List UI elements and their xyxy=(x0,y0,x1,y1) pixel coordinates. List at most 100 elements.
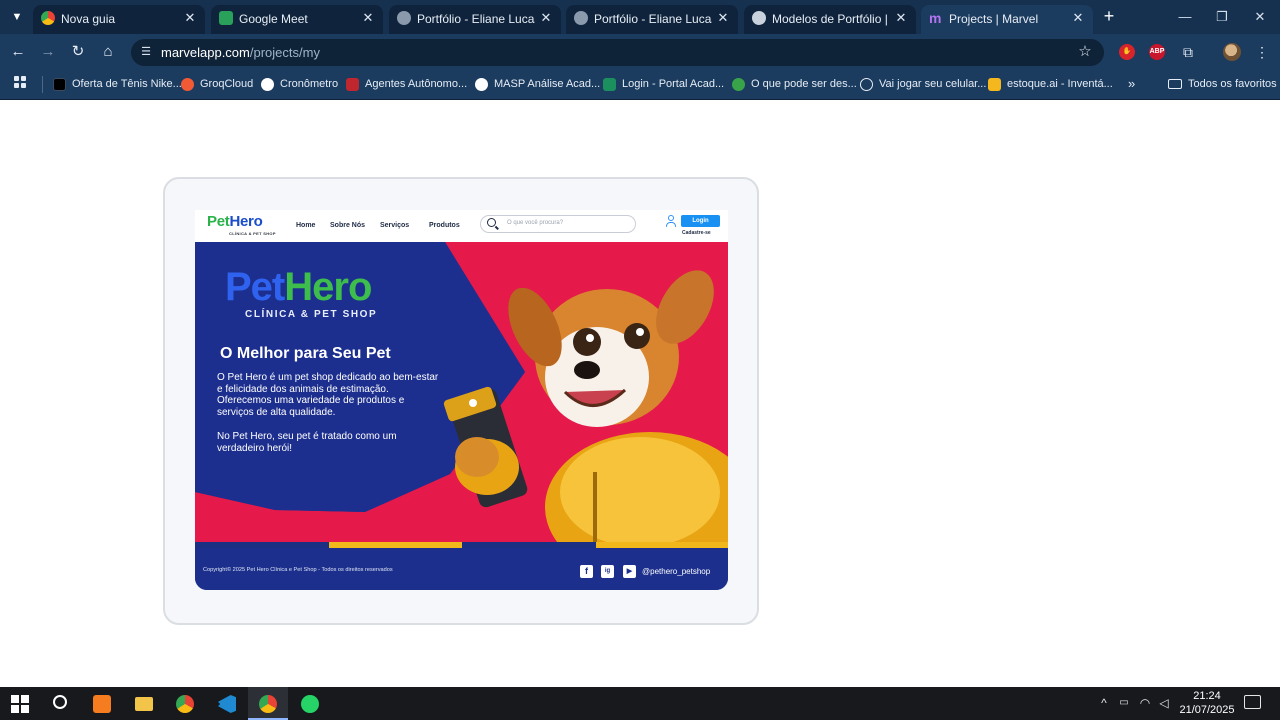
mockup-signup-link: Cadastre-se xyxy=(682,230,711,236)
stopwatch-icon xyxy=(261,78,274,91)
site-info-icon[interactable]: ☰ xyxy=(138,44,154,60)
close-tab-icon[interactable]: ✕ xyxy=(539,10,553,26)
tab-title: Nova guia xyxy=(61,12,116,26)
tab[interactable]: Portfólio - Eliane Lucas ✕ xyxy=(389,5,561,34)
instagram-icon: ig xyxy=(601,565,614,578)
mockup-footer: Copyright© 2025 Pet Hero Clínica e Pet S… xyxy=(195,548,728,590)
url-text[interactable]: marvelapp.com/projects/my xyxy=(161,45,320,60)
bookmarks-folder-label: Todos os favoritos xyxy=(1188,78,1277,90)
close-tab-icon[interactable]: ✕ xyxy=(361,10,375,26)
hero-headline: O Melhor para Seu Pet xyxy=(220,345,391,362)
mockup-search-placeholder: O que você procura? xyxy=(507,220,564,226)
bookmark-label: Cronômetro xyxy=(280,78,339,90)
taskbar-app-file-explorer[interactable] xyxy=(124,687,164,720)
back-arrow-icon[interactable]: ← xyxy=(7,41,29,63)
pet-hero-mockup: PetHero CLÍNICA & PET SHOP Home Sobre Nó… xyxy=(195,210,728,590)
notifications-icon[interactable] xyxy=(1244,695,1261,709)
mockup-logo: PetHero xyxy=(207,213,263,230)
tab-title: Google Meet xyxy=(239,12,308,26)
close-tab-icon[interactable]: ✕ xyxy=(716,10,730,26)
minimize-window-icon[interactable]: — xyxy=(1174,6,1196,28)
visme-icon xyxy=(752,11,766,25)
groq-icon xyxy=(181,78,194,91)
tab[interactable]: Modelos de Portfólio | Visme ✕ xyxy=(744,5,916,34)
bookmark-label: estoque.ai - Inventá... xyxy=(1007,78,1113,90)
windows-taskbar: ^ ▭ ◠ ◁ 21:24 21/07/2025 xyxy=(0,687,1280,720)
show-hidden-icons-chevron-icon[interactable]: ^ xyxy=(1097,695,1111,711)
windows-start-icon xyxy=(11,695,29,713)
url-domain: marvelapp.com xyxy=(161,45,250,60)
xampp-icon xyxy=(93,695,111,713)
estoque-icon xyxy=(988,78,1001,91)
search-icon xyxy=(53,695,67,709)
bookmark-label: GroqCloud xyxy=(200,78,254,90)
forward-arrow-icon[interactable]: → xyxy=(37,41,59,63)
target-icon xyxy=(860,78,873,91)
network-status-icon[interactable]: ▭ xyxy=(1116,695,1132,711)
tab-title: Portfólio - Eliane Lucas xyxy=(594,12,712,26)
address-bar[interactable]: ☰ marvelapp.com/projects/my ☆ xyxy=(131,39,1104,66)
wifi-icon[interactable]: ◠ xyxy=(1137,695,1153,711)
taskbar-app-xampp[interactable] xyxy=(82,687,122,720)
reload-icon[interactable]: ↻ xyxy=(67,41,89,63)
tab[interactable]: Nova guia ✕ xyxy=(33,5,205,34)
nike-icon xyxy=(53,78,66,91)
adblock-icon[interactable]: ✋ xyxy=(1119,44,1135,60)
mockup-copyright: Copyright© 2025 Pet Hero Clínica e Pet S… xyxy=(203,567,393,573)
chrome-profile-icon xyxy=(259,695,277,713)
volume-icon[interactable]: ◁ xyxy=(1156,695,1172,711)
mockup-nav-servicos: Serviços xyxy=(380,222,410,229)
hero-brand-title: PetHero xyxy=(225,265,372,309)
restore-window-icon[interactable]: ❐ xyxy=(1211,6,1233,28)
profile-avatar[interactable] xyxy=(1223,43,1241,61)
mockup-logo-subtitle: CLÍNICA & PET SHOP xyxy=(229,231,276,236)
hero-brand-subtitle: CLÍNICA & PET SHOP xyxy=(245,309,378,320)
clock-time: 21:24 xyxy=(1193,690,1221,702)
mockup-nav-sobre: Sobre Nós xyxy=(330,222,366,229)
bookmark-star-icon[interactable]: ☆ xyxy=(1076,43,1094,61)
abp-icon[interactable]: ABP xyxy=(1149,44,1165,60)
bookmark-label: Vai jogar seu celular... xyxy=(879,78,987,90)
close-window-icon[interactable]: ✕ xyxy=(1249,6,1271,28)
taskbar-search-button[interactable] xyxy=(40,687,80,720)
tab[interactable]: Google Meet ✕ xyxy=(211,5,383,34)
leaf-icon xyxy=(732,78,745,91)
bookmark-label: MASP Análise Acad... xyxy=(494,78,601,90)
project-preview-card[interactable]: PetHero CLÍNICA & PET SHOP Home Sobre Nó… xyxy=(163,177,759,625)
facebook-icon: f xyxy=(580,565,593,578)
marvel-icon: m xyxy=(929,10,942,26)
taskbar-app-whatsapp[interactable] xyxy=(290,687,330,720)
tab-title: Portfólio - Eliane Lucas xyxy=(417,12,535,26)
browser-menu-icon[interactable]: ⋮ xyxy=(1252,42,1272,62)
hero-paragraph-secondary: No Pet Hero, seu pet é tratado como um v… xyxy=(217,431,397,454)
bookmark-label: Login - Portal Acad... xyxy=(622,78,725,90)
apps-grid-icon[interactable] xyxy=(14,76,30,92)
close-tab-icon[interactable]: ✕ xyxy=(183,10,197,26)
user-icon xyxy=(666,215,676,227)
bookmarks-bar: Oferta de Tênis Nike... GroqCloud Cronôm… xyxy=(0,70,1280,100)
close-tab-icon[interactable]: ✕ xyxy=(1071,10,1085,26)
mockup-navbar: PetHero CLÍNICA & PET SHOP Home Sobre Nó… xyxy=(195,210,728,242)
bookmark-label: Oferta de Tênis Nike... xyxy=(72,78,182,90)
agent-icon xyxy=(346,78,359,91)
taskbar-app-chrome-active[interactable] xyxy=(248,687,288,720)
clock-date: 21/07/2025 xyxy=(1179,704,1235,716)
mockup-login-button: Login xyxy=(681,215,720,227)
more-bookmarks-chevron-icon[interactable]: » xyxy=(1128,77,1135,91)
windows-start-button[interactable] xyxy=(0,687,40,720)
tab-active[interactable]: m Projects | Marvel ✕ xyxy=(921,5,1093,34)
taskbar-app-vscode[interactable] xyxy=(207,687,247,720)
folder-icon xyxy=(1168,79,1182,89)
mockup-search-bar: O que você procura? xyxy=(480,215,636,233)
youtube-icon: ▶ xyxy=(623,565,636,578)
home-icon[interactable]: ⌂ xyxy=(97,41,119,63)
browser-toolbar: ← → ↻ ⌂ ☰ marvelapp.com/projects/my ☆ ✋ … xyxy=(0,34,1280,70)
search-icon xyxy=(487,218,496,227)
close-tab-icon[interactable]: ✕ xyxy=(894,10,908,26)
taskbar-app-chrome[interactable] xyxy=(165,687,205,720)
tab-search-chevron-icon[interactable]: ▼ xyxy=(6,6,28,28)
system-clock[interactable]: 21:24 21/07/2025 xyxy=(1176,689,1238,717)
tab[interactable]: Portfólio - Eliane Lucas ✕ xyxy=(566,5,738,34)
extensions-puzzle-icon[interactable]: ⧉ xyxy=(1178,42,1198,62)
new-tab-button[interactable]: + xyxy=(1098,6,1120,28)
